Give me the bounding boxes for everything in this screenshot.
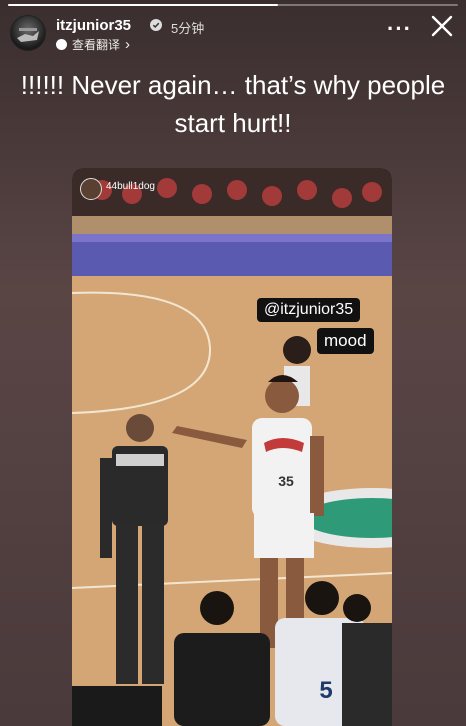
jersey-number: 35 <box>278 473 294 489</box>
story-username[interactable]: itzjunior35 <box>56 17 131 34</box>
story-timestamp: 5分钟 <box>171 21 205 36</box>
story-header: itzjunior35 5分钟 查看翻译 › ··· <box>10 12 456 53</box>
more-options-icon[interactable]: ··· <box>387 16 412 42</box>
repost-avatar[interactable] <box>80 178 102 200</box>
caption-line-2: start hurt!! <box>174 108 292 138</box>
story-progress-fill <box>8 4 278 6</box>
mood-text-sticker: mood <box>317 328 374 354</box>
foreground-jersey-number: 5 <box>319 677 332 704</box>
repost-username[interactable]: 44bull1dog <box>106 181 155 192</box>
translate-icon <box>56 39 67 50</box>
caption-line-1: !!!!!! Never again… that’s why people <box>20 70 446 100</box>
translate-button[interactable]: 查看翻译 › <box>56 36 130 53</box>
verified-badge-icon <box>150 19 162 31</box>
avatar[interactable] <box>10 15 46 51</box>
story-caption: !!!!!! Never again… that’s why people st… <box>20 66 446 142</box>
basketball-court-photo: 35 5 <box>72 168 392 726</box>
chevron-right-icon: › <box>125 36 131 53</box>
story-progress-bar <box>8 4 458 6</box>
translate-label: 查看翻译 <box>72 38 121 52</box>
mention-sticker[interactable]: @itzjunior35 <box>257 298 361 322</box>
close-icon[interactable] <box>428 12 456 40</box>
shared-story-media[interactable]: 35 5 44bull1dog @itzjunior35 mood <box>72 168 392 726</box>
